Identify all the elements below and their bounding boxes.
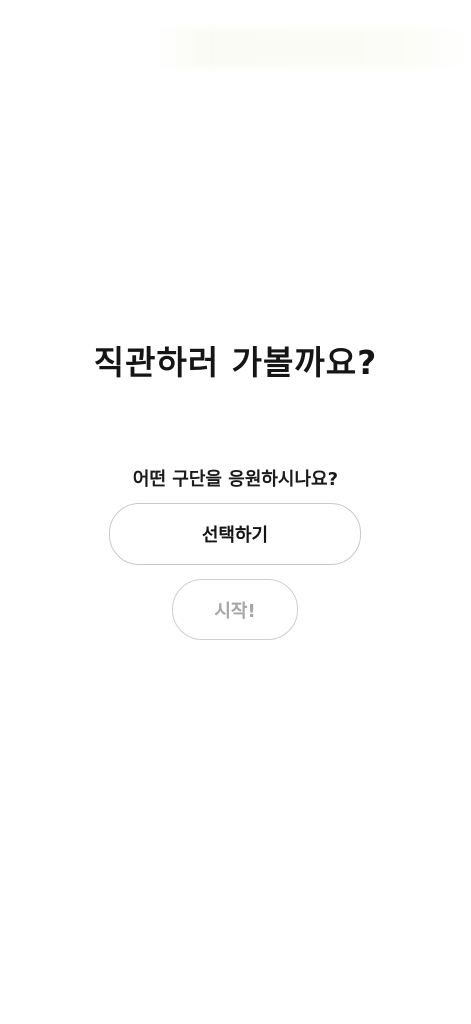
select-team-button-label: 선택하기 bbox=[201, 525, 269, 546]
start-button[interactable]: 시작! bbox=[172, 579, 298, 640]
team-question-label: 어떤 구단을 응원하시나요? bbox=[132, 469, 339, 490]
page-title: 직관하러 가볼까요? bbox=[93, 343, 378, 382]
status-bar-area bbox=[150, 28, 468, 68]
select-team-button[interactable]: 선택하기 bbox=[109, 503, 361, 565]
start-button-label: 시작! bbox=[214, 600, 256, 622]
